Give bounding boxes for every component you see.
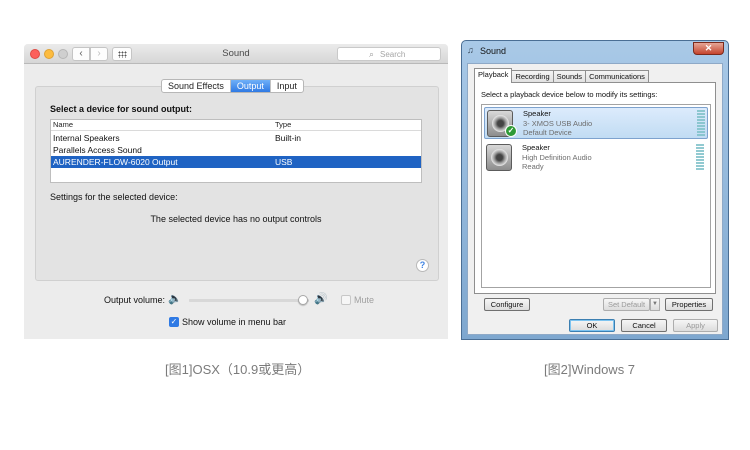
win7-sound-dialog: ♫ Sound ✕ Playback Recording Sounds Comm… (461, 40, 729, 340)
apply-button[interactable]: Apply (673, 319, 718, 332)
osx-sound-window: ‹ › Sound ⌕ Search Sound Effects Output … (24, 44, 448, 339)
cancel-button[interactable]: Cancel (621, 319, 667, 332)
show-all-button[interactable] (112, 47, 132, 61)
win7-titlebar: ♫ Sound ✕ (462, 41, 728, 63)
tab-recording[interactable]: Recording (511, 70, 554, 82)
search-placeholder: Search (380, 50, 406, 59)
search-field[interactable]: ⌕ Search (337, 47, 441, 61)
properties-button[interactable]: Properties (665, 298, 713, 311)
volume-slider-knob[interactable] (298, 295, 308, 305)
settings-label: Settings for the selected device: (50, 192, 178, 202)
tab-output[interactable]: Output (230, 80, 271, 92)
mute-checkbox[interactable] (341, 295, 351, 305)
search-icon: ⌕ (369, 49, 375, 59)
window-title: Sound (222, 48, 250, 59)
tab-communications[interactable]: Communications (585, 70, 649, 82)
table-row[interactable]: Internal Speakers Built-in (51, 132, 421, 144)
device-status: Ready (522, 162, 544, 171)
column-header-name[interactable]: Name (53, 120, 73, 129)
column-header-type[interactable]: Type (275, 120, 291, 129)
close-button[interactable]: ✕ (693, 42, 724, 55)
chevron-left-icon: ‹ (79, 48, 83, 59)
device-type: USB (275, 157, 293, 167)
win7-tabs: Playback Recording Sounds Communications (474, 68, 649, 83)
chevron-right-icon: › (97, 48, 101, 59)
level-meter (696, 144, 704, 171)
device-name: AURENDER-FLOW-6020 Output (53, 157, 178, 167)
window-title: Sound (480, 46, 507, 56)
close-window-icon[interactable] (30, 49, 40, 59)
device-name: Parallels Access Sound (53, 145, 142, 155)
volume-slider-fill (189, 299, 303, 302)
help-button[interactable]: ? (416, 259, 429, 272)
device-name: Internal Speakers (53, 133, 120, 143)
back-button[interactable]: ‹ (72, 47, 90, 61)
level-meter (697, 110, 705, 137)
tab-input[interactable]: Input (271, 80, 303, 92)
caption-osx: [图1]OSX（10.9或更高） (165, 362, 311, 377)
device-type: Built-in (275, 133, 301, 143)
minimize-window-icon[interactable] (44, 49, 54, 59)
tab-playback[interactable]: Playback (474, 68, 513, 83)
sound-tabs: Sound Effects Output Input (161, 79, 304, 93)
device-status: Default Device (523, 128, 572, 137)
default-device-check-icon: ✓ (505, 125, 517, 137)
set-default-button[interactable]: Set Default (603, 298, 650, 311)
zoom-window-icon[interactable] (58, 49, 68, 59)
speaker-cone (491, 149, 508, 166)
forward-button[interactable]: › (90, 47, 108, 61)
table-row[interactable]: Parallels Access Sound (51, 144, 421, 156)
grid-icon (118, 51, 127, 58)
list-item-selected[interactable]: ✓ Speaker 3- XMOS USB Audio Default Devi… (484, 107, 708, 139)
chevron-down-icon: ▼ (652, 301, 658, 307)
stage: ‹ › Sound ⌕ Search Sound Effects Output … (0, 0, 750, 450)
mute-label: Mute (354, 295, 375, 305)
checkmark-icon: ✓ (170, 317, 178, 326)
tab-sound-effects[interactable]: Sound Effects (162, 80, 231, 92)
volume-slider-track[interactable] (189, 299, 309, 302)
tab-sounds[interactable]: Sounds (552, 70, 587, 82)
caption-windows: [图2]Windows 7 (544, 362, 636, 377)
playback-hint: Select a playback device below to modify… (481, 90, 658, 99)
set-default-dropdown[interactable]: ▼ (650, 298, 660, 311)
device-name: Speaker (522, 143, 550, 152)
speaker-high-icon: 🔊 (314, 293, 328, 305)
speaker-low-icon: 🔈 (168, 293, 182, 305)
no-controls-message: The selected device has no output contro… (150, 214, 322, 224)
output-device-table: Name Type Internal Speakers Built-in Par… (50, 119, 422, 183)
select-device-label: Select a device for sound output: (50, 104, 193, 114)
configure-button[interactable]: Configure (484, 298, 530, 311)
output-panel (35, 86, 439, 281)
sound-app-icon: ♫ (467, 45, 474, 55)
osx-titlebar: ‹ › Sound ⌕ Search (24, 44, 448, 64)
show-volume-label: Show volume in menu bar (182, 317, 287, 327)
playback-device-list: ✓ Speaker 3- XMOS USB Audio Default Devi… (481, 104, 711, 288)
device-name: Speaker (523, 109, 551, 118)
output-volume-label: Output volume: (104, 295, 166, 305)
playback-panel: Select a playback device below to modify… (474, 82, 716, 294)
speaker-icon (486, 144, 512, 171)
table-header: Name Type (51, 120, 421, 131)
list-item[interactable]: Speaker High Definition Audio Ready (484, 142, 708, 174)
table-row-selected[interactable]: AURENDER-FLOW-6020 Output USB (51, 156, 421, 168)
device-driver: 3- XMOS USB Audio (523, 119, 593, 128)
show-volume-checkbox[interactable]: ✓ (169, 317, 179, 327)
dialog-body: Playback Recording Sounds Communications… (467, 63, 723, 335)
ok-button[interactable]: OK (569, 319, 615, 332)
device-driver: High Definition Audio (522, 153, 592, 162)
